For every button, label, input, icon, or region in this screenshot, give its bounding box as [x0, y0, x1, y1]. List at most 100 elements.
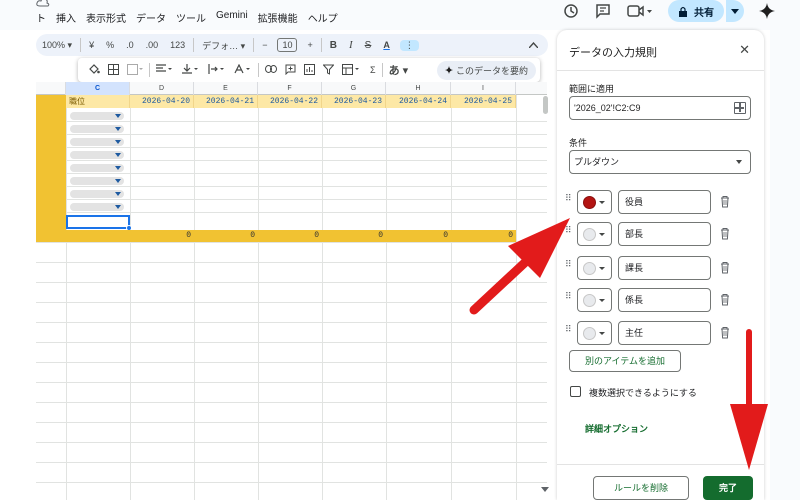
filter-icon[interactable]	[319, 64, 338, 77]
drag-handle-icon[interactable]: ⠿	[565, 292, 573, 306]
range-input[interactable]: '2026_02'!C2:C9	[569, 96, 751, 120]
total-cell[interactable]: 0	[258, 230, 322, 242]
drag-handle-icon[interactable]: ⠿	[565, 325, 573, 339]
option-input[interactable]: 課長	[618, 256, 711, 280]
fill-color-icon[interactable]	[84, 63, 104, 77]
text-wrap-icon[interactable]	[204, 64, 230, 76]
option-color-button[interactable]	[577, 190, 612, 214]
column-header-b[interactable]	[36, 82, 66, 95]
comment-icon[interactable]	[594, 2, 612, 20]
drag-handle-icon[interactable]: ⠿	[565, 226, 573, 240]
column-header-d[interactable]: D	[130, 82, 194, 95]
scroll-down-icon[interactable]	[541, 487, 549, 492]
link-icon[interactable]	[261, 65, 281, 75]
date-cell[interactable]: 2026-04-23	[322, 95, 386, 108]
column-header-i[interactable]: I	[451, 82, 516, 95]
video-call-icon[interactable]	[626, 2, 654, 20]
total-cell-blank[interactable]	[36, 230, 130, 242]
percent-button[interactable]: %	[100, 40, 120, 50]
spreadsheet-grid[interactable]: C D E F G H I 職位 2026-04-20 2026-04-21 2…	[36, 82, 547, 500]
option-input[interactable]: 係長	[618, 288, 711, 312]
menu-item-format-fragment[interactable]: ト	[36, 10, 46, 25]
trash-icon[interactable]	[720, 195, 730, 208]
column-header-e[interactable]: E	[194, 82, 258, 95]
gemini-sparkle-icon[interactable]	[758, 2, 776, 20]
date-cell[interactable]: 2026-04-24	[386, 95, 451, 108]
increase-decimal-button[interactable]: .00	[140, 40, 165, 50]
add-item-button[interactable]: 別のアイテムを追加	[569, 350, 681, 372]
column-header-c[interactable]: C	[66, 82, 130, 95]
strikethrough-button[interactable]: S	[359, 40, 378, 51]
menu-item-data[interactable]: データ	[136, 10, 166, 25]
remove-rule-button[interactable]: ルールを削除	[593, 476, 689, 500]
merge-cells-icon[interactable]	[123, 63, 147, 77]
font-family-select[interactable]: デフォ… ▾	[196, 39, 251, 52]
borders-icon[interactable]	[104, 63, 123, 77]
menu-item-help[interactable]: ヘルプ	[308, 10, 338, 25]
number-format-button[interactable]: 123	[164, 40, 191, 50]
share-dropdown-button[interactable]	[726, 0, 744, 22]
header-cell-position[interactable]: 職位	[66, 95, 130, 108]
grid-select-icon[interactable]	[734, 102, 746, 114]
advanced-options-link[interactable]: 詳細オプション	[585, 422, 648, 435]
total-cell[interactable]: 0	[322, 230, 386, 242]
trash-icon[interactable]	[720, 261, 730, 274]
date-cell[interactable]: 2026-04-20	[130, 95, 194, 108]
header-cell-b[interactable]	[36, 95, 66, 108]
dropdown-chip[interactable]	[70, 177, 124, 185]
dropdown-chip[interactable]	[70, 151, 124, 159]
zoom-select[interactable]: 100% ▾	[36, 40, 78, 51]
option-color-button[interactable]	[577, 321, 612, 345]
close-icon[interactable]: ✕	[739, 42, 750, 58]
total-cell[interactable]: 0	[194, 230, 258, 242]
total-cell[interactable]: 0	[386, 230, 451, 242]
date-cell[interactable]: 2026-04-25	[451, 95, 516, 108]
collapse-toolbar-icon[interactable]	[528, 40, 539, 50]
more-options-button[interactable]: ⋮	[399, 39, 419, 51]
trash-icon[interactable]	[720, 326, 730, 339]
dropdown-chip[interactable]	[70, 164, 124, 172]
column-header-h[interactable]: H	[386, 82, 451, 95]
option-input[interactable]: 部長	[618, 222, 711, 246]
total-cell[interactable]: 0	[130, 230, 194, 242]
insert-chart-icon[interactable]	[300, 63, 319, 77]
drag-handle-icon[interactable]: ⠿	[565, 260, 573, 274]
dropdown-chip[interactable]	[70, 203, 124, 211]
column-header-f[interactable]: F	[258, 82, 322, 95]
menu-item-tools[interactable]: ツール	[176, 10, 206, 25]
horizontal-align-icon[interactable]	[152, 64, 178, 76]
functions-button[interactable]: Σ	[366, 65, 380, 75]
font-size-decrease-button[interactable]: −	[256, 40, 273, 50]
text-color-button[interactable]: A	[377, 40, 396, 50]
font-size-input[interactable]: 10	[277, 38, 298, 52]
text-rotation-icon[interactable]	[230, 63, 256, 76]
dropdown-chip[interactable]	[70, 190, 124, 198]
date-cell[interactable]: 2026-04-22	[258, 95, 322, 108]
date-cell[interactable]: 2026-04-21	[194, 95, 258, 108]
share-button[interactable]: 共有	[668, 0, 724, 22]
menu-item-insert[interactable]: 挿入	[56, 10, 76, 25]
vertical-align-icon[interactable]	[178, 64, 204, 76]
bold-button[interactable]: B	[324, 40, 343, 51]
dropdown-chip[interactable]	[70, 112, 124, 120]
filter-views-icon[interactable]	[338, 63, 366, 77]
decrease-decimal-button[interactable]: .0	[120, 40, 140, 50]
dropdown-chip[interactable]	[70, 125, 124, 133]
italic-button[interactable]: I	[343, 39, 359, 51]
option-color-button[interactable]	[577, 222, 612, 246]
option-color-button[interactable]	[577, 288, 612, 312]
history-icon[interactable]	[562, 2, 580, 20]
trash-icon[interactable]	[720, 227, 730, 240]
total-cell[interactable]: 0	[451, 230, 516, 242]
summarize-data-button[interactable]: このデータを要約	[437, 60, 536, 80]
menu-item-format[interactable]: 表示形式	[86, 10, 126, 25]
multi-select-checkbox[interactable]	[570, 386, 581, 397]
option-input[interactable]: 主任	[618, 321, 711, 345]
insert-comment-icon[interactable]	[281, 64, 300, 77]
menu-item-extensions[interactable]: 拡張機能	[258, 10, 298, 25]
input-tools-button[interactable]: あ ▾	[385, 62, 413, 78]
menu-item-gemini[interactable]: Gemini	[216, 10, 248, 25]
trash-icon[interactable]	[720, 293, 730, 306]
font-size-increase-button[interactable]: +	[301, 40, 318, 50]
option-input[interactable]: 役員	[618, 190, 711, 214]
